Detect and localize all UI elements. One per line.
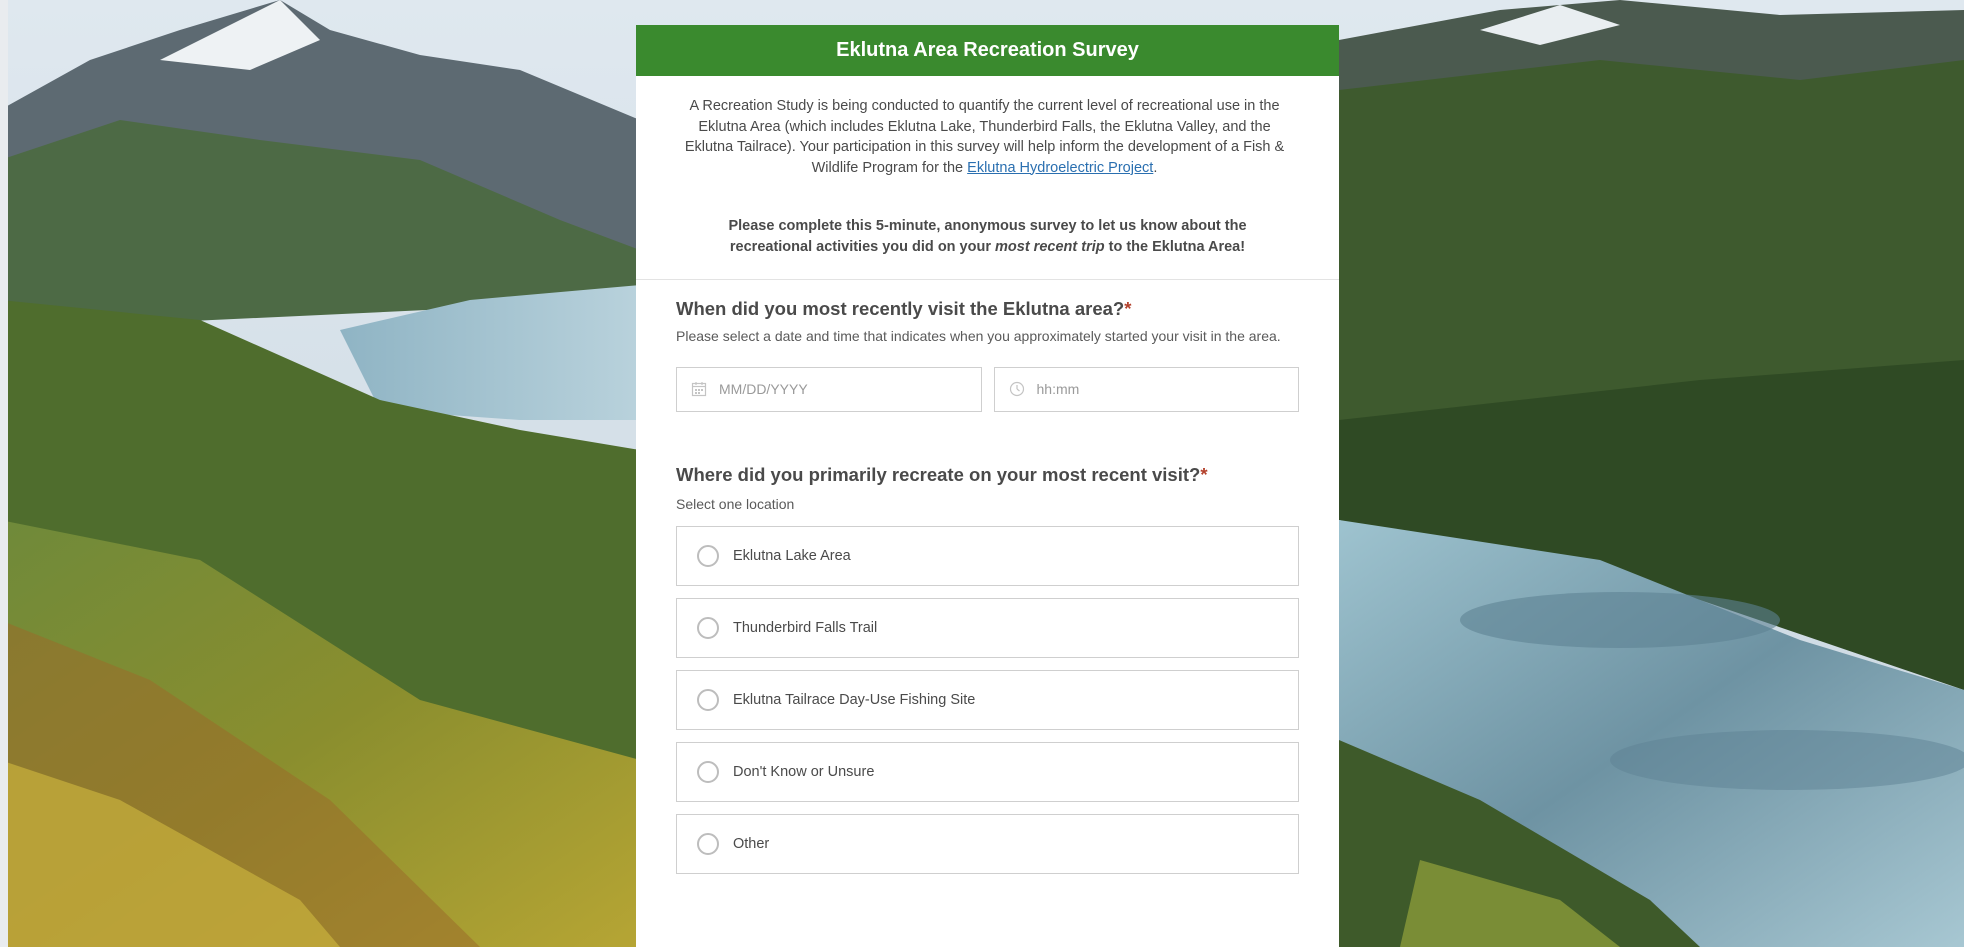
radio-button[interactable] <box>697 833 719 855</box>
option-eklutna-tailrace[interactable]: Eklutna Tailrace Day-Use Fishing Site <box>676 670 1299 730</box>
date-time-row <box>676 366 1299 412</box>
instructions-emphasis: most recent trip <box>995 238 1105 255</box>
option-dont-know[interactable]: Don't Know or Unsure <box>676 742 1299 802</box>
window-edge <box>0 0 8 947</box>
question-title: When did you most recently visit the Ekl… <box>676 298 1299 320</box>
option-thunderbird-falls-trail[interactable]: Thunderbird Falls Trail <box>676 598 1299 658</box>
survey-instructions: Please complete this 5-minute, anonymous… <box>636 178 1339 257</box>
question-title: Where did you primarily recreate on your… <box>676 464 1299 486</box>
date-input[interactable] <box>717 380 921 398</box>
time-input[interactable] <box>1034 380 1239 398</box>
option-eklutna-lake-area[interactable]: Eklutna Lake Area <box>676 526 1299 586</box>
option-label: Don't Know or Unsure <box>733 764 875 780</box>
option-label: Eklutna Tailrace Day-Use Fishing Site <box>733 692 976 708</box>
clock-icon <box>1009 380 1027 398</box>
question-visit-date: When did you most recently visit the Ekl… <box>636 298 1339 412</box>
question-description: Select one location <box>676 495 795 512</box>
date-field[interactable] <box>676 366 982 412</box>
question-primary-location: Where did you primarily recreate on your… <box>636 464 1339 874</box>
survey-header: Eklutna Area Recreation Survey <box>636 25 1339 76</box>
time-field[interactable] <box>993 366 1299 412</box>
option-other[interactable]: Other <box>676 814 1299 874</box>
question-title-text: Where did you primarily recreate on your… <box>676 463 1201 485</box>
radio-button[interactable] <box>697 689 719 711</box>
instructions-part-b: to the Eklutna Area! <box>1104 238 1246 255</box>
survey-form: Eklutna Area Recreation Survey A Recreat… <box>636 25 1339 947</box>
calendar-icon <box>691 380 709 398</box>
survey-intro: A Recreation Study is being conducted to… <box>636 76 1339 178</box>
required-marker: * <box>1200 463 1208 485</box>
hydroelectric-project-link[interactable]: Eklutna Hydroelectric Project <box>967 160 1153 176</box>
radio-button[interactable] <box>697 761 719 783</box>
question-title-text: When did you most recently visit the Ekl… <box>676 298 1125 319</box>
section-divider <box>636 279 1339 280</box>
intro-end: . <box>1153 159 1158 176</box>
radio-button[interactable] <box>697 545 719 567</box>
option-label: Eklutna Lake Area <box>733 548 851 564</box>
radio-button[interactable] <box>697 617 719 639</box>
option-label: Thunderbird Falls Trail <box>733 620 878 636</box>
option-label: Other <box>733 836 770 852</box>
required-marker: * <box>1124 298 1132 319</box>
survey-title: Eklutna Area Recreation Survey <box>836 39 1139 61</box>
location-options: Eklutna Lake Area Thunderbird Falls Trai… <box>676 526 1299 874</box>
question-description: Please select a date and time that indic… <box>676 328 1281 344</box>
